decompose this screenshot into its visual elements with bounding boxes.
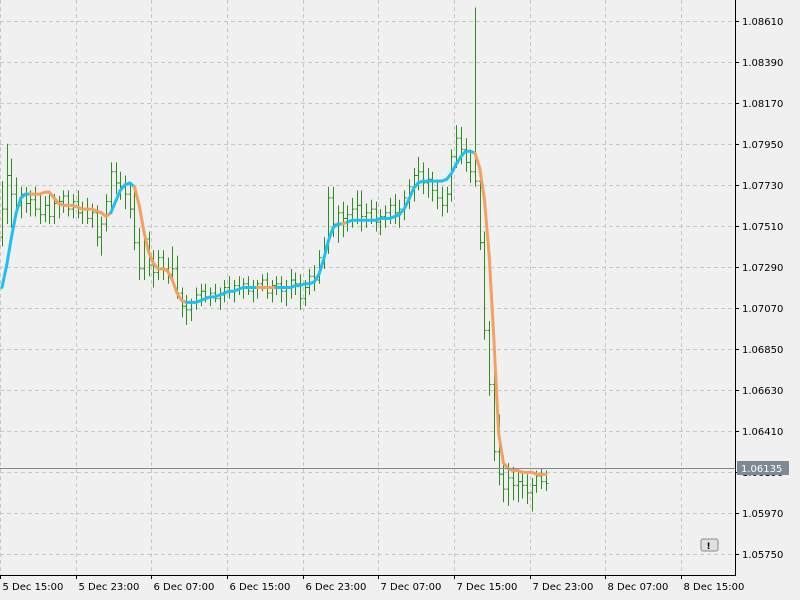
y-tick-label: 1.05970 xyxy=(742,509,783,520)
y-tick-label: 1.08390 xyxy=(742,58,783,69)
y-tick-label: 1.05750 xyxy=(742,550,783,561)
y-tick-label: 1.08170 xyxy=(742,99,783,110)
chart-background xyxy=(0,0,800,600)
x-tick-label: 7 Dec 07:00 xyxy=(381,582,442,593)
current-price-label: 1.06135 xyxy=(737,461,789,475)
y-tick-label: 1.06630 xyxy=(742,386,783,397)
x-tick-label: 6 Dec 15:00 xyxy=(230,582,291,593)
x-tick-label: 7 Dec 15:00 xyxy=(457,582,518,593)
current-price-text: 1.06135 xyxy=(741,464,782,475)
x-tick-label: 6 Dec 23:00 xyxy=(306,582,367,593)
y-tick-label: 1.08610 xyxy=(742,17,783,28)
y-tick-label: 1.06850 xyxy=(742,345,783,356)
y-tick-label: 1.07510 xyxy=(742,222,783,233)
x-tick-label: 8 Dec 15:00 xyxy=(684,582,745,593)
y-tick-label: 1.07730 xyxy=(742,181,783,192)
y-tick-label: 1.07070 xyxy=(742,304,783,315)
x-tick-label: 7 Dec 23:00 xyxy=(533,582,594,593)
price-chart[interactable]: 1.08610 1.08390 1.08170 1.07950 1.07730 1.075… xyxy=(0,0,800,600)
alert-icon[interactable]: ! xyxy=(700,538,719,552)
y-tick-label: 1.06410 xyxy=(742,427,783,438)
x-tick-label: 5 Dec 23:00 xyxy=(79,582,140,593)
x-tick-label: 6 Dec 07:00 xyxy=(154,582,215,593)
y-tick-label: 1.07290 xyxy=(742,263,783,274)
x-tick-label: 8 Dec 07:00 xyxy=(608,582,669,593)
y-tick-label: 1.07950 xyxy=(742,140,783,151)
svg-text:!: ! xyxy=(707,542,711,552)
x-tick-label: 5 Dec 15:00 xyxy=(3,582,64,593)
